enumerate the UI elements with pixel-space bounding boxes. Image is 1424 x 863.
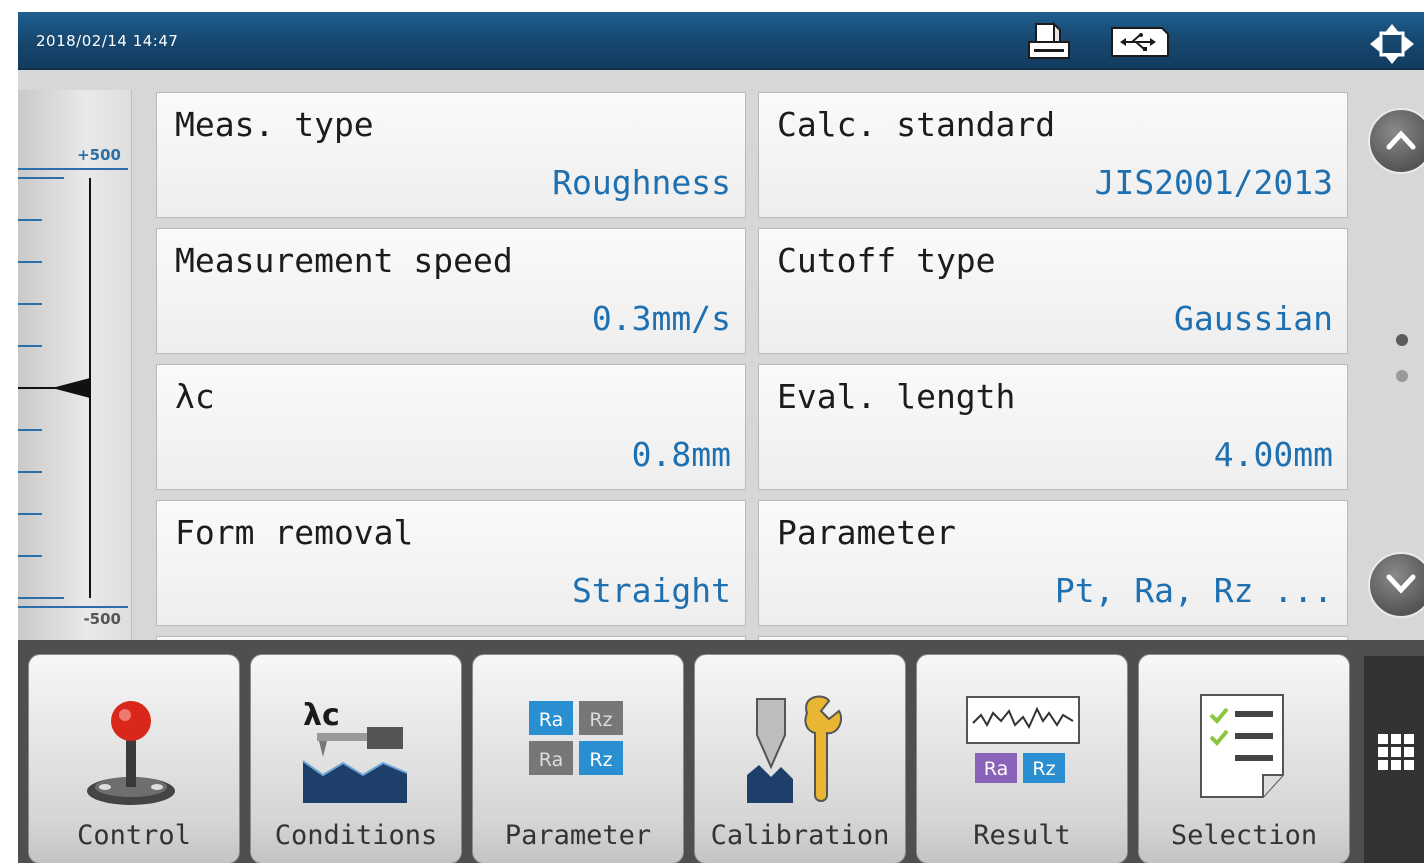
datetime: 2018/02/14 14:47 [36, 32, 179, 50]
selection-button[interactable]: Selection [1138, 654, 1350, 863]
calibration-button-label: Calibration [710, 820, 890, 851]
condition-cutoff-type[interactable]: Cutoff type Gaussian [758, 228, 1348, 354]
result-tile-ra: Ra [984, 758, 1008, 780]
calibration-button[interactable]: Calibration [694, 654, 906, 863]
result-tile-rz: Rz [1032, 758, 1055, 780]
chevron-up-icon [1386, 130, 1416, 150]
stylus-position-gauge: +500 -500 [18, 90, 132, 700]
page-indicator-dot [1396, 370, 1408, 382]
condition-value: Roughness [552, 163, 731, 202]
condition-value: 0.3mm/s [591, 299, 731, 338]
result-button-label: Result [973, 820, 1071, 851]
chevron-down-icon [1386, 574, 1416, 594]
status-bar: 2018/02/14 14:47 [18, 12, 1424, 70]
usb-icon [1111, 27, 1169, 57]
calibration-tool-icon [747, 695, 843, 803]
parameter-button-label: Parameter [504, 820, 652, 851]
gauge-scale [18, 168, 128, 608]
condition-label: λc [175, 377, 215, 416]
scroll-down-button[interactable] [1368, 552, 1424, 618]
parameter-button[interactable]: Ra Rz Ra Rz Parameter [472, 654, 684, 863]
condition-value: JIS2001/2013 [1094, 163, 1333, 202]
condition-label: Measurement speed [175, 241, 513, 280]
checklist-icon [1200, 694, 1284, 798]
condition-value: Gaussian [1174, 299, 1333, 338]
grid-menu-icon [1378, 734, 1414, 770]
condition-label: Cutoff type [777, 241, 996, 280]
condition-meas-type[interactable]: Meas. type Roughness [156, 92, 746, 218]
conditions-button-label: Conditions [274, 820, 438, 851]
move-arrows-icon[interactable] [1368, 22, 1416, 66]
condition-parameter[interactable]: Parameter Pt, Ra, Rz ... [758, 500, 1348, 626]
condition-value: Pt, Ra, Rz ... [1054, 571, 1333, 610]
condition-value: 4.00mm [1213, 435, 1333, 474]
page-indicator-dot-active [1396, 334, 1408, 346]
printer-icon [1028, 22, 1070, 59]
control-button[interactable]: Control [28, 654, 240, 863]
condition-form-removal[interactable]: Form removal Straight [156, 500, 746, 626]
selection-button-label: Selection [1170, 820, 1318, 851]
condition-label: Meas. type [175, 105, 374, 144]
condition-lambda-c[interactable]: λc 0.8mm [156, 364, 746, 490]
conditions-icon-lambda: λc [303, 698, 340, 733]
result-graph-icon: Ra Rz [966, 696, 1080, 783]
apps-menu-button[interactable] [1364, 656, 1424, 863]
joystick-icon [87, 701, 175, 805]
condition-label: Form removal [175, 513, 414, 552]
condition-eval-length[interactable]: Eval. length 4.00mm [758, 364, 1348, 490]
condition-label: Calc. standard [777, 105, 1056, 144]
tile-rz-2: Rz [589, 749, 612, 771]
parameter-tiles-icon: Ra Rz Ra Rz [529, 701, 623, 775]
tile-rz-1: Rz [589, 709, 612, 731]
control-button-label: Control [77, 820, 191, 851]
main-toolbar: Control λc Conditions Ra Rz Ra Rz Parame… [18, 640, 1424, 863]
tile-ra-1: Ra [539, 709, 563, 731]
tile-ra-2: Ra [539, 749, 563, 771]
result-button[interactable]: Ra Rz Result [916, 654, 1128, 863]
stylus-conditions-icon: λc [302, 698, 408, 803]
condition-label: Parameter [777, 513, 956, 552]
condition-label: Eval. length [777, 377, 1016, 416]
condition-calc-standard[interactable]: Calc. standard JIS2001/2013 [758, 92, 1348, 218]
condition-measurement-speed[interactable]: Measurement speed 0.3mm/s [156, 228, 746, 354]
condition-value: 0.8mm [631, 435, 731, 474]
conditions-button[interactable]: λc Conditions [250, 654, 462, 863]
scroll-up-button[interactable] [1368, 108, 1424, 174]
condition-value: Straight [572, 571, 731, 610]
